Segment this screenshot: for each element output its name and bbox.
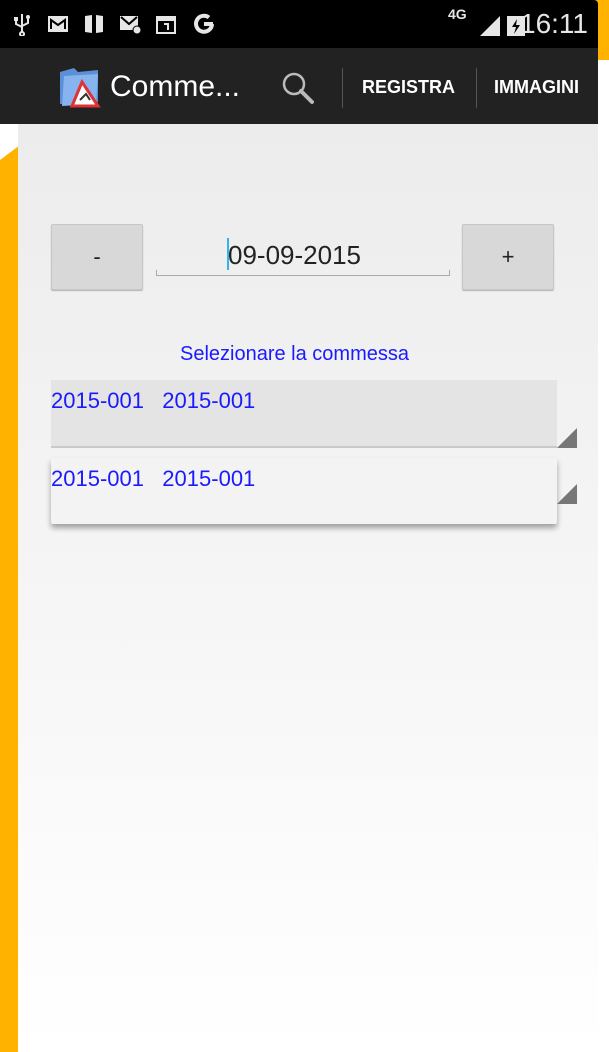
network-type-label: 4G [448,6,467,22]
search-icon[interactable] [278,68,318,108]
usb-icon [14,14,30,36]
calendar-icon [156,16,176,34]
action-divider [342,68,343,108]
gmail-icon [48,16,68,32]
job-spinner-option: 2015-001 2015-001 [51,466,256,491]
job-spinner-value: 2015-001 2015-001 [51,388,256,413]
dropdown-arrow-icon [557,428,577,448]
job-spinner-dropdown-item[interactable]: 2015-001 2015-001 [51,458,577,524]
input-underline [156,275,450,276]
app-title: Comme... [110,70,241,103]
dropdown-arrow-icon [557,484,577,504]
google-icon [194,13,214,34]
status-bar: 4G 16:11 [0,0,598,48]
date-input[interactable]: 09-09-2015 [156,228,450,276]
clock: 16:11 [520,8,588,39]
registra-action[interactable]: REGISTRA [362,77,455,98]
input-underline-tick [449,270,450,276]
book-icon [85,15,103,33]
decrement-date-button[interactable]: - [51,224,143,290]
email-icon [120,16,142,35]
immagini-action[interactable]: IMMAGINI [494,77,579,98]
signal-icon [480,16,500,36]
input-underline-tick [156,270,157,276]
job-spinner[interactable]: 2015-001 2015-001 [51,380,577,448]
date-value: 09-09-2015 [228,240,361,270]
action-divider [476,68,477,108]
app-folder-icon[interactable] [56,62,104,110]
increment-date-button[interactable]: + [462,224,554,290]
job-select-label: Selezionare la commessa [180,343,409,365]
